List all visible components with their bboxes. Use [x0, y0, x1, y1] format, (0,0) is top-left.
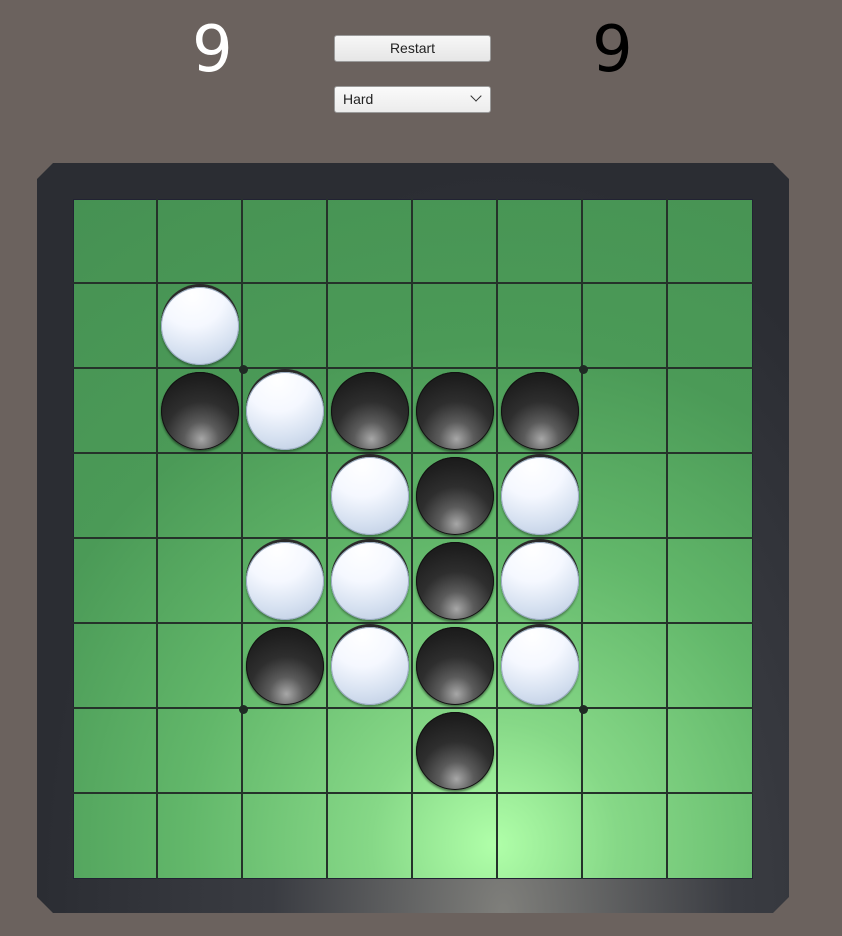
white-disc	[331, 542, 409, 620]
board-cell-a6[interactable]	[73, 624, 158, 709]
board-cell-h3[interactable]	[668, 369, 753, 454]
black-disc	[416, 457, 494, 535]
board-cell-e2[interactable]	[413, 284, 498, 369]
white-disc	[501, 542, 579, 620]
board-cell-g8[interactable]	[583, 794, 668, 879]
board-cell-g5[interactable]	[583, 539, 668, 624]
board-cell-b5[interactable]	[158, 539, 243, 624]
board-cell-a1[interactable]	[73, 199, 158, 284]
board-cell-f1[interactable]	[498, 199, 583, 284]
restart-button[interactable]: Restart	[334, 35, 491, 62]
board-cell-b6[interactable]	[158, 624, 243, 709]
board-cell-b4[interactable]	[158, 454, 243, 539]
board-cell-a2[interactable]	[73, 284, 158, 369]
black-disc	[246, 627, 324, 705]
board-cell-a5[interactable]	[73, 539, 158, 624]
board-cell-g6[interactable]	[583, 624, 668, 709]
board-cell-h4[interactable]	[668, 454, 753, 539]
board-cell-a7[interactable]	[73, 709, 158, 794]
difficulty-dropdown[interactable]: Hard	[334, 86, 491, 113]
black-disc	[501, 372, 579, 450]
white-disc	[501, 457, 579, 535]
black-score: 9	[592, 13, 633, 87]
difficulty-selected-value: Hard	[343, 91, 374, 107]
white-disc	[246, 372, 324, 450]
board-cell-h8[interactable]	[668, 794, 753, 879]
white-disc	[246, 542, 324, 620]
board-cell-c2[interactable]	[243, 284, 328, 369]
board-cell-c4[interactable]	[243, 454, 328, 539]
board-cell-c1[interactable]	[243, 199, 328, 284]
board-cell-h6[interactable]	[668, 624, 753, 709]
board-cell-e8[interactable]	[413, 794, 498, 879]
black-disc	[161, 372, 239, 450]
board-cell-f8[interactable]	[498, 794, 583, 879]
white-score: 9	[192, 13, 233, 87]
board-cell-g3[interactable]	[583, 369, 668, 454]
black-disc	[331, 372, 409, 450]
board-cell-g2[interactable]	[583, 284, 668, 369]
game-board[interactable]	[73, 199, 753, 879]
white-disc	[501, 627, 579, 705]
board-cell-h7[interactable]	[668, 709, 753, 794]
board-cell-d1[interactable]	[328, 199, 413, 284]
chevron-down-icon	[470, 90, 482, 102]
black-disc	[416, 372, 494, 450]
board-cell-b7[interactable]	[158, 709, 243, 794]
board-cell-d7[interactable]	[328, 709, 413, 794]
white-disc	[331, 457, 409, 535]
board-cell-a4[interactable]	[73, 454, 158, 539]
black-disc	[416, 712, 494, 790]
board-cell-c8[interactable]	[243, 794, 328, 879]
white-disc	[161, 287, 239, 365]
board-cell-a8[interactable]	[73, 794, 158, 879]
board-cell-h5[interactable]	[668, 539, 753, 624]
board-cell-h1[interactable]	[668, 199, 753, 284]
board-cell-d2[interactable]	[328, 284, 413, 369]
board-cell-b8[interactable]	[158, 794, 243, 879]
black-disc	[416, 542, 494, 620]
board-cell-b1[interactable]	[158, 199, 243, 284]
board-cell-e1[interactable]	[413, 199, 498, 284]
board-cell-g1[interactable]	[583, 199, 668, 284]
black-disc	[416, 627, 494, 705]
board-cell-f7[interactable]	[498, 709, 583, 794]
board-cell-g4[interactable]	[583, 454, 668, 539]
board-cell-g7[interactable]	[583, 709, 668, 794]
board-cell-a3[interactable]	[73, 369, 158, 454]
board-cell-d8[interactable]	[328, 794, 413, 879]
board-cell-f2[interactable]	[498, 284, 583, 369]
white-disc	[331, 627, 409, 705]
board-cell-c7[interactable]	[243, 709, 328, 794]
board-cell-h2[interactable]	[668, 284, 753, 369]
